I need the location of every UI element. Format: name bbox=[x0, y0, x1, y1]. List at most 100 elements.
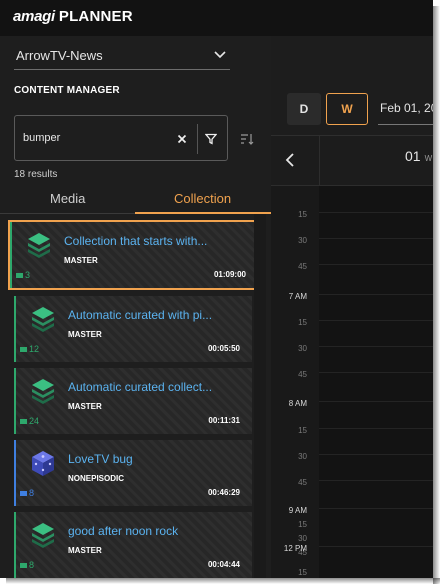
time-axis: 15 30 45 7 AM 15 30 45 8 AM 15 30 45 9 A… bbox=[271, 186, 319, 578]
brand-logo: amagi PLANNER bbox=[13, 8, 133, 25]
clear-search-icon[interactable] bbox=[176, 133, 188, 145]
item-count-value: 24 bbox=[29, 416, 40, 426]
video-icon bbox=[16, 273, 23, 278]
calendar-panel: D W Feb 01, 20 01 W 15 30 45 7 AM 15 30 4… bbox=[271, 36, 433, 578]
item-count: 24 bbox=[20, 416, 39, 426]
filter-icon[interactable] bbox=[205, 133, 217, 145]
item-title[interactable]: Automatic curated with pi... bbox=[68, 308, 238, 322]
product-name: PLANNER bbox=[58, 8, 133, 25]
video-icon bbox=[20, 347, 27, 352]
time-tick: 8 AM bbox=[288, 399, 307, 408]
header-divider bbox=[319, 136, 320, 186]
window-shadow bbox=[6, 578, 440, 584]
weekday-label: W bbox=[424, 154, 433, 163]
search-field[interactable]: bumper bbox=[14, 115, 228, 161]
date-picker[interactable]: Feb 01, 20 bbox=[378, 93, 433, 125]
search-divider bbox=[197, 124, 198, 154]
tab-media[interactable]: Media bbox=[50, 191, 85, 206]
day-view-button[interactable]: D bbox=[287, 93, 321, 125]
collection-list: Collection that starts with... MASTER 3 … bbox=[0, 214, 271, 578]
brand-logo-text: amagi bbox=[13, 8, 55, 25]
day-header: 01 W bbox=[405, 148, 432, 164]
item-duration: 01:09:00 bbox=[213, 270, 246, 279]
time-tick: 9 AM bbox=[288, 506, 307, 515]
video-icon bbox=[20, 563, 27, 568]
slot-line bbox=[319, 401, 433, 402]
list-item[interactable]: Collection that starts with... MASTER 3 … bbox=[10, 222, 258, 288]
time-tick: 15 bbox=[298, 318, 307, 327]
item-title[interactable]: LoveTV bug bbox=[68, 452, 238, 466]
calendar-header: 01 W bbox=[271, 136, 433, 186]
content-tabs: Media Collection bbox=[0, 186, 271, 214]
video-icon bbox=[20, 419, 27, 424]
slot-line bbox=[319, 346, 433, 347]
item-duration: 00:04:44 bbox=[207, 560, 240, 569]
time-tick: 30 bbox=[298, 452, 307, 461]
list-item[interactable]: LoveTV bug NONEPISODIC 8 00:46:29 bbox=[14, 440, 252, 506]
item-title[interactable]: Collection that starts with... bbox=[64, 234, 234, 248]
list-item[interactable]: Automatic curated collect... MASTER 24 0… bbox=[14, 368, 252, 434]
time-tick: 45 bbox=[298, 262, 307, 271]
item-duration: 00:11:31 bbox=[208, 416, 240, 425]
slot-line bbox=[319, 294, 433, 295]
day-column[interactable] bbox=[319, 186, 433, 578]
slot-line bbox=[319, 546, 433, 547]
day-number: 01 bbox=[405, 148, 421, 164]
time-tick: 15 bbox=[298, 568, 307, 577]
item-duration: 00:46:29 bbox=[207, 488, 240, 497]
item-count: 12 bbox=[20, 344, 39, 354]
item-count: 8 bbox=[20, 488, 34, 498]
slot-line bbox=[319, 454, 433, 455]
content-manager-panel: ArrowTV-News CONTENT MANAGER bumper 18 r… bbox=[0, 36, 271, 578]
channel-select[interactable]: ArrowTV-News bbox=[14, 44, 230, 70]
time-tick: 12 PM bbox=[283, 544, 307, 553]
channel-select-value: ArrowTV-News bbox=[16, 48, 103, 63]
slot-line bbox=[319, 508, 433, 509]
calendar-toolbar: D W Feb 01, 20 bbox=[271, 36, 433, 136]
date-value: Feb 01, 20 bbox=[380, 101, 433, 115]
list-item[interactable]: Automatic curated with pi... MASTER 12 0… bbox=[14, 296, 252, 362]
item-title[interactable]: good after noon rock bbox=[68, 524, 238, 538]
collection-stack-icon bbox=[32, 379, 54, 404]
item-duration: 00:05:50 bbox=[207, 344, 240, 353]
collection-stack-icon bbox=[32, 307, 54, 332]
item-type: MASTER bbox=[64, 256, 98, 265]
time-tick: 15 bbox=[298, 426, 307, 435]
slot-line bbox=[319, 212, 433, 213]
slot-line bbox=[319, 480, 433, 481]
time-tick: 30 bbox=[298, 534, 307, 543]
video-icon bbox=[20, 491, 27, 496]
chevron-left-icon[interactable] bbox=[284, 152, 296, 168]
list-scrollbar[interactable] bbox=[254, 214, 266, 578]
tab-collection[interactable]: Collection bbox=[174, 191, 231, 206]
item-count-value: 12 bbox=[29, 344, 40, 354]
time-tick: 30 bbox=[298, 344, 307, 353]
slot-line bbox=[319, 320, 433, 321]
item-type: MASTER bbox=[68, 330, 102, 339]
results-count: 18 results bbox=[14, 169, 58, 180]
sort-icon[interactable] bbox=[240, 132, 254, 146]
slot-line bbox=[319, 372, 433, 373]
list-item[interactable]: good after noon rock MASTER 8 00:04:44 bbox=[14, 512, 252, 578]
top-bar: amagi PLANNER bbox=[0, 0, 433, 36]
collection-stack-icon bbox=[28, 233, 50, 258]
nonepisodic-cube-icon bbox=[32, 451, 54, 476]
planner-window: amagi PLANNER ArrowTV-News CONTENT MANAGE… bbox=[0, 0, 433, 578]
slot-line bbox=[319, 428, 433, 429]
time-tick: 45 bbox=[298, 478, 307, 487]
slot-line bbox=[319, 264, 433, 265]
collection-stack-icon bbox=[32, 523, 54, 548]
item-type: MASTER bbox=[68, 546, 102, 555]
item-count: 3 bbox=[16, 270, 30, 280]
item-title[interactable]: Automatic curated collect... bbox=[68, 380, 238, 394]
time-tick: 7 AM bbox=[288, 292, 307, 301]
time-tick: 30 bbox=[298, 236, 307, 245]
item-count: 8 bbox=[20, 560, 34, 570]
time-tick: 15 bbox=[298, 210, 307, 219]
search-input[interactable]: bumper bbox=[23, 132, 60, 144]
item-count-value: 8 bbox=[29, 560, 35, 570]
week-view-button[interactable]: W bbox=[326, 93, 368, 125]
item-count-value: 8 bbox=[29, 488, 35, 498]
item-count-value: 3 bbox=[25, 270, 31, 280]
slot-line bbox=[319, 238, 433, 239]
